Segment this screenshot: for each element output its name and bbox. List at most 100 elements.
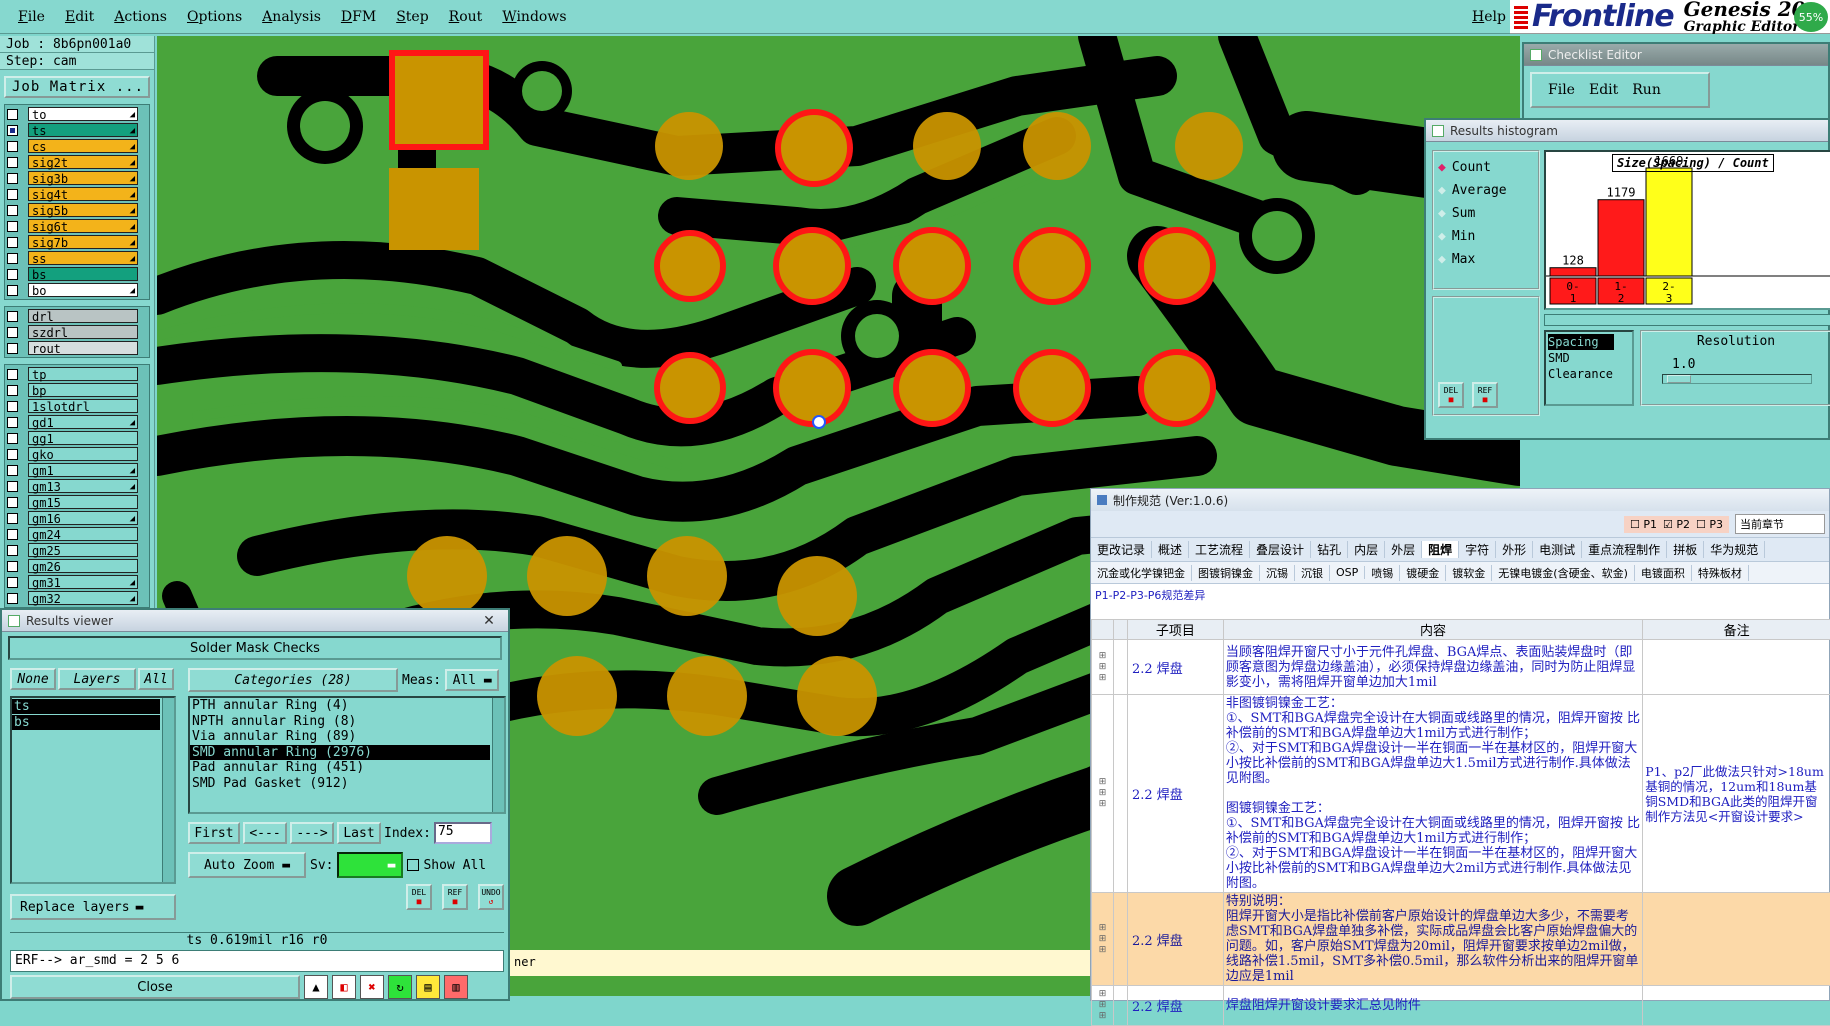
spec-diff-label[interactable]: P1-P2-P3-P6规范差异 [1091,583,1829,603]
exclude-icon[interactable]: ✖ [360,975,384,999]
layer-row[interactable]: rout [7,340,149,356]
spec-tab[interactable]: 字符 [1459,541,1496,558]
layer-checkbox[interactable] [7,433,18,444]
layer-name-sig5b[interactable]: sig5b◢ [28,203,138,217]
layer-row[interactable]: sig6t◢ [7,218,149,234]
layer-name-gd1[interactable]: gd1◢ [28,415,138,429]
spec-row[interactable]: ⊞⊞⊞2.2 焊盘特别说明： 阻焊开窗大小是指比补偿前客户原始设计的焊盘单边大多… [1092,893,1830,986]
layer-row[interactable]: gg1 [7,430,149,446]
spec-subtab[interactable]: 图镀铜镍金 [1192,565,1260,581]
auto-zoom-dropdown[interactable]: Auto Zoom ▬ [188,852,306,878]
check-p3[interactable]: ☐ P3 [1696,518,1723,531]
spec-row[interactable]: ⊞⊞⊞2.2 焊盘当顾客阻焊开窗尺寸小于元件孔焊盘、BGA焊点、表面贴装焊盘时（… [1092,640,1830,695]
layer-row[interactable]: sig7b◢ [7,234,149,250]
layer-checkbox[interactable] [7,343,18,354]
layers-button[interactable]: Layers [58,668,136,690]
layer-row[interactable]: ts◢ [7,122,149,138]
menu-windows[interactable]: Windows [492,9,576,25]
layer-row[interactable]: gm32◢ [7,590,149,606]
flag-icon[interactable]: ◧ [332,975,356,999]
radio-diamond-icon[interactable]: ◆ [1438,229,1446,244]
layer-row[interactable]: tp [7,366,149,382]
menu-file[interactable]: File [8,9,55,25]
layer-row[interactable]: sig2t◢ [7,154,149,170]
layer-checkbox[interactable] [7,125,18,136]
close-button[interactable]: Close [10,975,300,999]
radio-diamond-icon[interactable]: ◆ [1438,160,1446,175]
report-icon[interactable]: ▤ [416,975,440,999]
layer-row[interactable]: 1slotdrl [7,398,149,414]
category-item[interactable]: PTH annular Ring (4) [190,698,490,714]
category-item[interactable]: Pad annular Ring (451) [190,760,490,776]
hist-option-min[interactable]: ◆Min [1436,225,1536,248]
layer-checkbox[interactable] [7,561,18,572]
layer-row[interactable]: gm15 [7,494,149,510]
severity-dropdown[interactable]: ▬ [337,852,403,878]
prev-button[interactable]: <--- [243,822,287,844]
category-item[interactable]: NPTH annular Ring (8) [190,714,490,730]
job-matrix-button[interactable]: Job Matrix ... [4,76,150,98]
layer-row[interactable]: gm31◢ [7,574,149,590]
spec-tab[interactable]: 外形 [1496,541,1533,558]
spec-subtab[interactable]: 电镀面积 [1635,565,1692,581]
layer-name-bo[interactable]: bo◢ [28,283,138,297]
layer-row[interactable]: bp [7,382,149,398]
spec-subtab[interactable]: 沉锡 [1260,565,1295,581]
layer-name-sig2t[interactable]: sig2t◢ [28,155,138,169]
spec-tab[interactable]: 更改记录 [1091,541,1152,558]
menu-edit[interactable]: Edit [55,9,104,25]
spec-tab[interactable]: 电测试 [1533,541,1582,558]
layer-row[interactable]: cs◢ [7,138,149,154]
layer-name-gko[interactable]: gko [28,447,138,461]
layer-checkbox[interactable] [7,237,18,248]
layer-row[interactable]: gm25 [7,542,149,558]
spec-tab[interactable]: 重点流程制作 [1582,541,1667,558]
layer-checkbox[interactable] [7,593,18,604]
spec-tab[interactable]: 概述 [1152,541,1189,558]
result-layer-item[interactable]: ts [12,699,160,714]
spec-tab[interactable]: 钻孔 [1311,541,1348,558]
radio-diamond-icon[interactable]: ◆ [1438,206,1446,221]
layer-row[interactable]: ss◢ [7,250,149,266]
expand-icon[interactable]: ⊞⊞⊞ [1092,893,1114,986]
spec-tab[interactable]: 叠层设计 [1250,541,1311,558]
spec-subtab[interactable]: 镀硬金 [1400,565,1446,581]
histogram-type-list[interactable]: SpacingSMDClearance [1544,330,1634,406]
histogram-bar[interactable] [1646,168,1692,276]
last-button[interactable]: Last [337,822,381,844]
chart-hscrollbar[interactable] [1544,314,1830,326]
layer-checkbox[interactable] [7,369,18,380]
layer-checkbox[interactable] [7,385,18,396]
spec-titlebar[interactable]: 制作规范 (Ver:1.0.6) [1091,489,1829,511]
hist-type-item[interactable]: Clearance [1548,366,1630,382]
meas-dropdown[interactable]: All ▬ [445,669,499,691]
layer-checkbox[interactable] [7,269,18,280]
layer-checkbox[interactable] [7,529,18,540]
layer-checkbox[interactable] [7,311,18,322]
layer-name-gg1[interactable]: gg1 [28,431,138,445]
layer-checkbox[interactable] [7,449,18,460]
layer-name-ts[interactable]: ts◢ [28,123,138,137]
check-p2[interactable]: ☑ P2 [1663,518,1690,531]
results-viewer-titlebar[interactable]: Results viewer ✕ [2,610,508,632]
hist-type-item[interactable]: SMD [1548,350,1630,366]
menu-analysis[interactable]: Analysis [252,9,331,25]
layer-checkbox[interactable] [7,141,18,152]
menu-help[interactable]: Help [1462,9,1516,25]
spec-row[interactable]: ⊞⊞⊞2.2 焊盘非图镀铜镍金工艺： ①、SMT和BGA焊盘完全设计在大铜面或线… [1092,695,1830,893]
radio-diamond-icon[interactable]: ◆ [1438,183,1446,198]
spec-row[interactable]: ⊞⊞⊞2.2 焊盘焊盘阻焊开窗设计要求汇总见附件 [1092,986,1830,1026]
layer-row[interactable]: szdrl [7,324,149,340]
layer-list[interactable]: tsbs [10,696,176,884]
category-list-scrollbar[interactable] [492,698,504,812]
spec-subtab[interactable]: OSP [1330,566,1365,579]
spec-subtab[interactable]: 特殊板材 [1692,565,1749,581]
layer-name-tp[interactable]: tp [28,367,138,381]
layer-name-sig4t[interactable]: sig4t◢ [28,187,138,201]
menu-step[interactable]: Step [386,9,438,25]
layer-name-gm32[interactable]: gm32◢ [28,591,138,605]
ref-button[interactable]: REF■ [442,884,468,910]
replace-layers-dropdown[interactable]: Replace layers▬ [10,894,176,920]
hist-del-button[interactable]: DEL■ [1438,382,1464,408]
layer-name-gm13[interactable]: gm13◢ [28,479,138,493]
